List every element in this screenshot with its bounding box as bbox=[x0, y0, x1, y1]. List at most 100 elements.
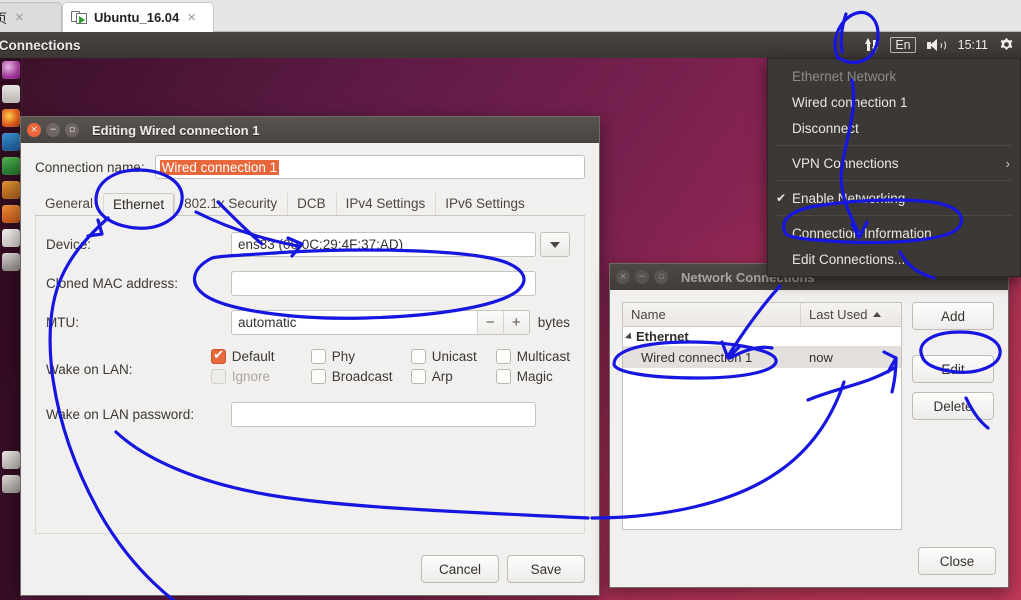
keyboard-indicator[interactable]: En bbox=[890, 37, 916, 53]
wol-label-default: Default bbox=[231, 349, 275, 364]
delete-button[interactable]: Delete bbox=[912, 392, 994, 420]
tab-ipv4-settings[interactable]: IPv4 Settings bbox=[335, 192, 436, 215]
wake-on-lan-password-label: Wake on LAN password: bbox=[46, 407, 195, 422]
column-header-name[interactable]: Name bbox=[623, 303, 801, 326]
connections-list[interactable]: Name Last Used Ethernet Wired connection… bbox=[622, 302, 902, 530]
add-button[interactable]: Add bbox=[912, 302, 994, 330]
wol-checkbox-multicast[interactable]: Multicast bbox=[495, 349, 570, 364]
edit-dialog-title: Editing Wired connection 1 bbox=[92, 122, 260, 138]
network-connections-body: Name Last Used Ethernet Wired connection… bbox=[610, 290, 1008, 530]
edit-dialog-actions: Cancel Save bbox=[421, 555, 585, 583]
cloned-mac-input[interactable] bbox=[231, 271, 536, 296]
menu-item-edit-connections[interactable]: Edit Connections... bbox=[768, 246, 1020, 272]
launcher-software-icon[interactable] bbox=[1, 205, 20, 223]
chevron-right-icon: › bbox=[1005, 155, 1010, 171]
connection-name-value: Wired connection 1 bbox=[159, 159, 280, 175]
launcher-settings-icon[interactable] bbox=[1, 451, 20, 469]
network-indicator-icon[interactable] bbox=[864, 37, 879, 53]
edit-button[interactable]: Edit bbox=[912, 355, 994, 383]
mtu-spinner[interactable]: automatic − + bbox=[231, 310, 530, 335]
cancel-button[interactable]: Cancel bbox=[421, 555, 499, 583]
checkbox-icon[interactable] bbox=[410, 369, 426, 384]
menu-item-vpn-connections[interactable]: VPN Connections › bbox=[768, 150, 1020, 176]
checkbox-icon[interactable] bbox=[310, 349, 326, 364]
menu-separator bbox=[776, 145, 1012, 146]
connection-name-input[interactable]: Wired connection 1 bbox=[154, 155, 585, 179]
wol-checkbox-broadcast[interactable]: Broadcast bbox=[310, 369, 411, 384]
chevron-down-icon[interactable] bbox=[540, 232, 570, 257]
mtu-increment-button[interactable]: + bbox=[502, 311, 529, 334]
tab-dcb[interactable]: DCB bbox=[287, 192, 336, 215]
tab-ethernet[interactable]: Ethernet bbox=[103, 193, 175, 216]
wake-on-lan-password-row: Wake on LAN password: bbox=[46, 402, 570, 427]
wol-checkbox-magic[interactable]: Magic bbox=[495, 369, 570, 384]
device-row: Device: ens33 (00:0C:29:4F:37:AD) bbox=[46, 232, 570, 257]
tab-8021x-security[interactable]: 802.1x Security bbox=[174, 192, 287, 215]
launcher-help-icon[interactable] bbox=[1, 229, 20, 247]
wake-on-lan-password-input[interactable] bbox=[231, 402, 536, 427]
menu-item-enable-networking[interactable]: ✔ Enable Networking bbox=[768, 185, 1020, 211]
cloned-mac-label: Cloned MAC address: bbox=[46, 276, 179, 291]
tab-ipv6-settings[interactable]: IPv6 Settings bbox=[435, 192, 535, 215]
mtu-decrement-button[interactable]: − bbox=[476, 311, 503, 334]
system-gear-icon[interactable] bbox=[999, 37, 1015, 53]
close-button[interactable]: Close bbox=[918, 547, 996, 575]
checkbox-icon[interactable] bbox=[210, 348, 226, 364]
ethernet-tab-panel: Device: ens33 (00:0C:29:4F:37:AD) Cloned… bbox=[35, 216, 585, 534]
list-group-ethernet[interactable]: Ethernet bbox=[623, 327, 901, 346]
network-connections-window: × − ▫ Network Connections Name Last Used… bbox=[609, 263, 1009, 588]
tab-general[interactable]: General bbox=[35, 192, 103, 215]
maximize-icon[interactable]: ▫ bbox=[654, 270, 668, 284]
close-icon[interactable]: × bbox=[616, 270, 630, 284]
wol-checkbox-phy[interactable]: Phy bbox=[310, 349, 411, 364]
close-icon[interactable]: × bbox=[27, 123, 41, 137]
device-value[interactable]: ens33 (00:0C:29:4F:37:AD) bbox=[231, 232, 536, 257]
checkbox-icon[interactable] bbox=[495, 369, 511, 384]
wol-checkbox-default[interactable]: Default bbox=[210, 348, 311, 364]
wol-checkbox-unicast[interactable]: Unicast bbox=[410, 349, 496, 364]
minimize-icon[interactable]: − bbox=[46, 123, 60, 137]
edit-connection-dialog: × − ▫ Editing Wired connection 1 Connect… bbox=[20, 116, 600, 596]
wol-checkbox-arp[interactable]: Arp bbox=[410, 369, 496, 384]
launcher-amazon-icon[interactable] bbox=[1, 253, 20, 271]
menu-separator bbox=[776, 180, 1012, 181]
checkbox-icon bbox=[210, 369, 226, 384]
chevron-down-icon[interactable] bbox=[624, 331, 635, 342]
panel-indicator-tray: En 15:11 bbox=[864, 32, 1015, 58]
vm-tab-icon bbox=[71, 10, 88, 25]
mtu-label: MTU: bbox=[46, 315, 79, 330]
maximize-icon[interactable]: ▫ bbox=[65, 123, 79, 137]
device-combobox[interactable]: ens33 (00:0C:29:4F:37:AD) bbox=[231, 232, 570, 257]
wake-on-lan-label: Wake on LAN: bbox=[46, 362, 133, 377]
launcher-dash-icon[interactable] bbox=[1, 61, 20, 79]
checkbox-icon[interactable] bbox=[495, 349, 511, 364]
close-icon[interactable]: × bbox=[13, 10, 26, 25]
vmware-tab-home[interactable]: 主页 × bbox=[0, 2, 62, 32]
launcher-writer-icon[interactable] bbox=[1, 133, 20, 151]
menu-separator bbox=[776, 215, 1012, 216]
launcher-firefox-icon[interactable] bbox=[1, 109, 20, 127]
column-header-last-used[interactable]: Last Used bbox=[801, 303, 901, 326]
launcher-impress-icon[interactable] bbox=[1, 181, 20, 199]
minimize-icon[interactable]: − bbox=[635, 270, 649, 284]
table-row[interactable]: Wired connection 1 now bbox=[623, 346, 901, 368]
ubuntu-top-panel: ork Connections En 15:11 bbox=[0, 32, 1021, 58]
menu-item-connection-information[interactable]: Connection Information bbox=[768, 220, 1020, 246]
edit-dialog-tabs: General Ethernet 802.1x Security DCB IPv… bbox=[35, 192, 585, 216]
edit-dialog-titlebar[interactable]: × − ▫ Editing Wired connection 1 bbox=[21, 117, 599, 143]
mtu-units-label: bytes bbox=[537, 315, 570, 330]
row-name: Wired connection 1 bbox=[641, 349, 753, 365]
launcher-calc-icon[interactable] bbox=[1, 157, 20, 175]
menu-item-disconnect[interactable]: Disconnect bbox=[768, 115, 1020, 141]
save-button[interactable]: Save bbox=[507, 555, 585, 583]
unity-launcher bbox=[0, 58, 22, 600]
launcher-files-icon[interactable] bbox=[1, 85, 20, 103]
close-icon[interactable]: × bbox=[185, 10, 198, 25]
vmware-tab-ubuntu[interactable]: Ubuntu_16.04 × bbox=[62, 2, 214, 32]
panel-clock[interactable]: 15:11 bbox=[958, 38, 988, 52]
launcher-trash-icon[interactable] bbox=[1, 475, 20, 493]
checkbox-icon[interactable] bbox=[410, 349, 426, 364]
menu-item-wired-connection-1[interactable]: Wired connection 1 bbox=[768, 89, 1020, 115]
checkbox-icon[interactable] bbox=[310, 369, 326, 384]
volume-icon[interactable] bbox=[926, 38, 947, 53]
